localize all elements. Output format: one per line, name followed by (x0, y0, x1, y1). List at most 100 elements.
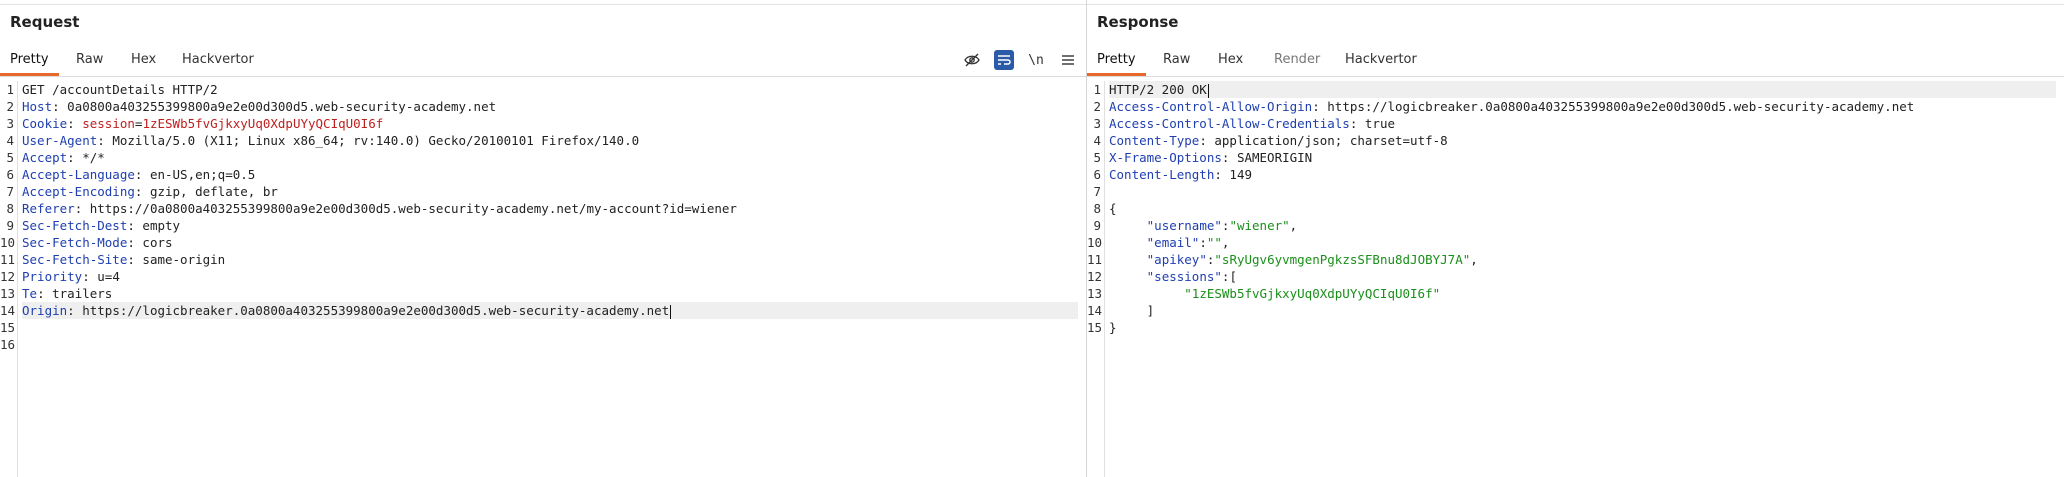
value: u=4 (97, 269, 120, 284)
value: same-origin (142, 252, 226, 267)
line-number: 14 (1087, 303, 1103, 318)
response-title: Response (1097, 13, 1179, 31)
cookie-name: session (82, 116, 135, 131)
tab-response-hackvertor[interactable]: Hackvertor (1335, 48, 1427, 76)
tab-response-raw[interactable]: Raw (1153, 48, 1200, 76)
header-name: Origin (22, 303, 68, 318)
separator: : (74, 201, 90, 216)
wrap-lines-toggle-icon[interactable] (994, 50, 1014, 70)
code-line: GET /accountDetails HTTP/2 (22, 81, 1078, 98)
code-line: } (1109, 319, 2056, 336)
value: "sRyUgv6yvmgenPgkzsSFBnu8dJOBYJ7A" (1214, 252, 1471, 267)
value: https://logicbreaker.0a0800a403255399800… (82, 303, 670, 318)
separator: : (1221, 150, 1237, 165)
hide-nonprintable-icon[interactable] (962, 50, 982, 70)
line-number: 10 (1087, 235, 1103, 250)
value: HTTP/2 200 OK (1109, 82, 1207, 97)
line-number: 11 (0, 252, 16, 267)
code-line: Origin: https://logicbreaker.0a0800a4032… (22, 302, 1078, 319)
code-line: Host: 0a0800a403255399800a9e2e00d300d5.w… (22, 98, 1078, 115)
header-name: Access-Control-Allow-Credentials (1109, 116, 1350, 131)
punctuation: , (1221, 235, 1230, 250)
line-number: 5 (1093, 150, 1101, 165)
line-number: 15 (0, 320, 16, 335)
separator: : (52, 99, 68, 114)
value: cors (142, 235, 173, 250)
value: Mozilla/5.0 (X11; Linux x86_64; rv:140.0… (112, 133, 640, 148)
line-number: 1 (1093, 82, 1101, 97)
header-name: Referer (22, 201, 75, 216)
value: https://logicbreaker.0a0800a403255399800… (1327, 99, 1915, 114)
line-number: 12 (1087, 269, 1103, 284)
line-number: 8 (6, 201, 14, 216)
separator: : (37, 286, 53, 301)
code-line: Content-Type: application/json; charset=… (1109, 132, 2056, 149)
tab-request-hackvertor[interactable]: Hackvertor (172, 48, 264, 76)
tab-response-render[interactable]: Render (1264, 48, 1330, 76)
request-tabs: Pretty Raw Hex Hackvertor (0, 48, 1086, 76)
tab-request-pretty[interactable]: Pretty (0, 48, 59, 76)
header-name: "email" (1146, 235, 1200, 250)
line-number: 4 (1093, 133, 1101, 148)
request-editor[interactable]: 1 GET /accountDetails HTTP/2 2 Host: 0a0800… (0, 81, 1086, 477)
text-caret (670, 304, 672, 319)
code-line: HTTP/2 200 OK (1109, 81, 2056, 98)
line-number: 6 (6, 167, 14, 182)
tabs-divider (0, 76, 1086, 77)
value: true (1364, 116, 1395, 131)
tab-response-pretty[interactable]: Pretty (1087, 48, 1146, 76)
line-number: 9 (1093, 218, 1101, 233)
tab-request-hex[interactable]: Hex (121, 48, 166, 76)
top-border (1087, 4, 2064, 5)
separator: : (134, 184, 150, 199)
header-name: Priority (22, 269, 83, 284)
line-number: 7 (6, 184, 14, 199)
line-number: 15 (1087, 320, 1103, 335)
value: GET /accountDetails HTTP/2 (22, 82, 218, 97)
tabs-divider (1087, 76, 2064, 77)
punctuation: [ (1229, 269, 1237, 284)
value: application/json; charset=utf-8 (1214, 133, 1448, 148)
header-name: Accept-Language (22, 167, 135, 182)
code-line: Referer: https://0a0800a403255399800a9e2… (22, 200, 1078, 217)
header-name: Sec-Fetch-Dest (22, 218, 128, 233)
value: */* (82, 150, 105, 165)
show-newlines-button[interactable]: \n (1026, 50, 1046, 70)
value: } (1109, 320, 1117, 335)
header-name: "sessions" (1146, 269, 1222, 284)
value: "1zESWb5fvGjkxyUq0XdpUYyQCIqU0I6f" (1184, 286, 1441, 301)
line-number: 5 (6, 150, 14, 165)
code-line: Sec-Fetch-Dest: empty (22, 217, 1078, 234)
separator: : (1214, 167, 1230, 182)
request-title: Request (10, 13, 80, 31)
header-name: Cookie (22, 116, 68, 131)
header-name: "apikey" (1146, 252, 1207, 267)
code-line: "username":"wiener", (1109, 217, 2056, 234)
header-name: Access-Control-Allow-Origin (1109, 99, 1313, 114)
line-number: 11 (1087, 252, 1103, 267)
code-line: Access-Control-Allow-Credentials: true (1109, 115, 2056, 132)
cookie-value: 1zESWb5fvGjkxyUq0XdpUYyQCIqU0I6f (142, 116, 384, 131)
header-name: Content-Type (1109, 133, 1200, 148)
request-pane: Request Pretty Raw Hex Hackvertor \n 1 GE… (0, 0, 1086, 477)
separator: : (1199, 235, 1207, 250)
menu-icon[interactable] (1058, 50, 1078, 70)
code-line: "1zESWb5fvGjkxyUq0XdpUYyQCIqU0I6f" (1109, 285, 2056, 302)
value: https://0a0800a403255399800a9e2e00d300d5… (89, 201, 737, 216)
code-line: "apikey":"sRyUgv6yvmgenPgkzsSFBnu8dJOBYJ… (1109, 251, 2056, 268)
tab-request-raw[interactable]: Raw (66, 48, 113, 76)
punctuation: , (1470, 252, 1478, 267)
line-number: 1 (6, 82, 14, 97)
line-number: 13 (1087, 286, 1103, 301)
value: ] (1146, 303, 1155, 318)
code-line: Access-Control-Allow-Origin: https://log… (1109, 98, 2056, 115)
code-line: User-Agent: Mozilla/5.0 (X11; Linux x86_… (22, 132, 1078, 149)
response-pane: Response Pretty Raw Hex Render Hackverto… (1087, 0, 2064, 477)
line-number: 3 (6, 116, 14, 131)
response-editor[interactable]: 1 HTTP/2 200 OK 2 Access-Control-Allow-Orig… (1087, 81, 2064, 477)
line-number: 14 (0, 303, 16, 318)
value: 149 (1229, 167, 1252, 182)
code-line: Sec-Fetch-Mode: cors (22, 234, 1078, 251)
tab-response-hex[interactable]: Hex (1208, 48, 1253, 76)
